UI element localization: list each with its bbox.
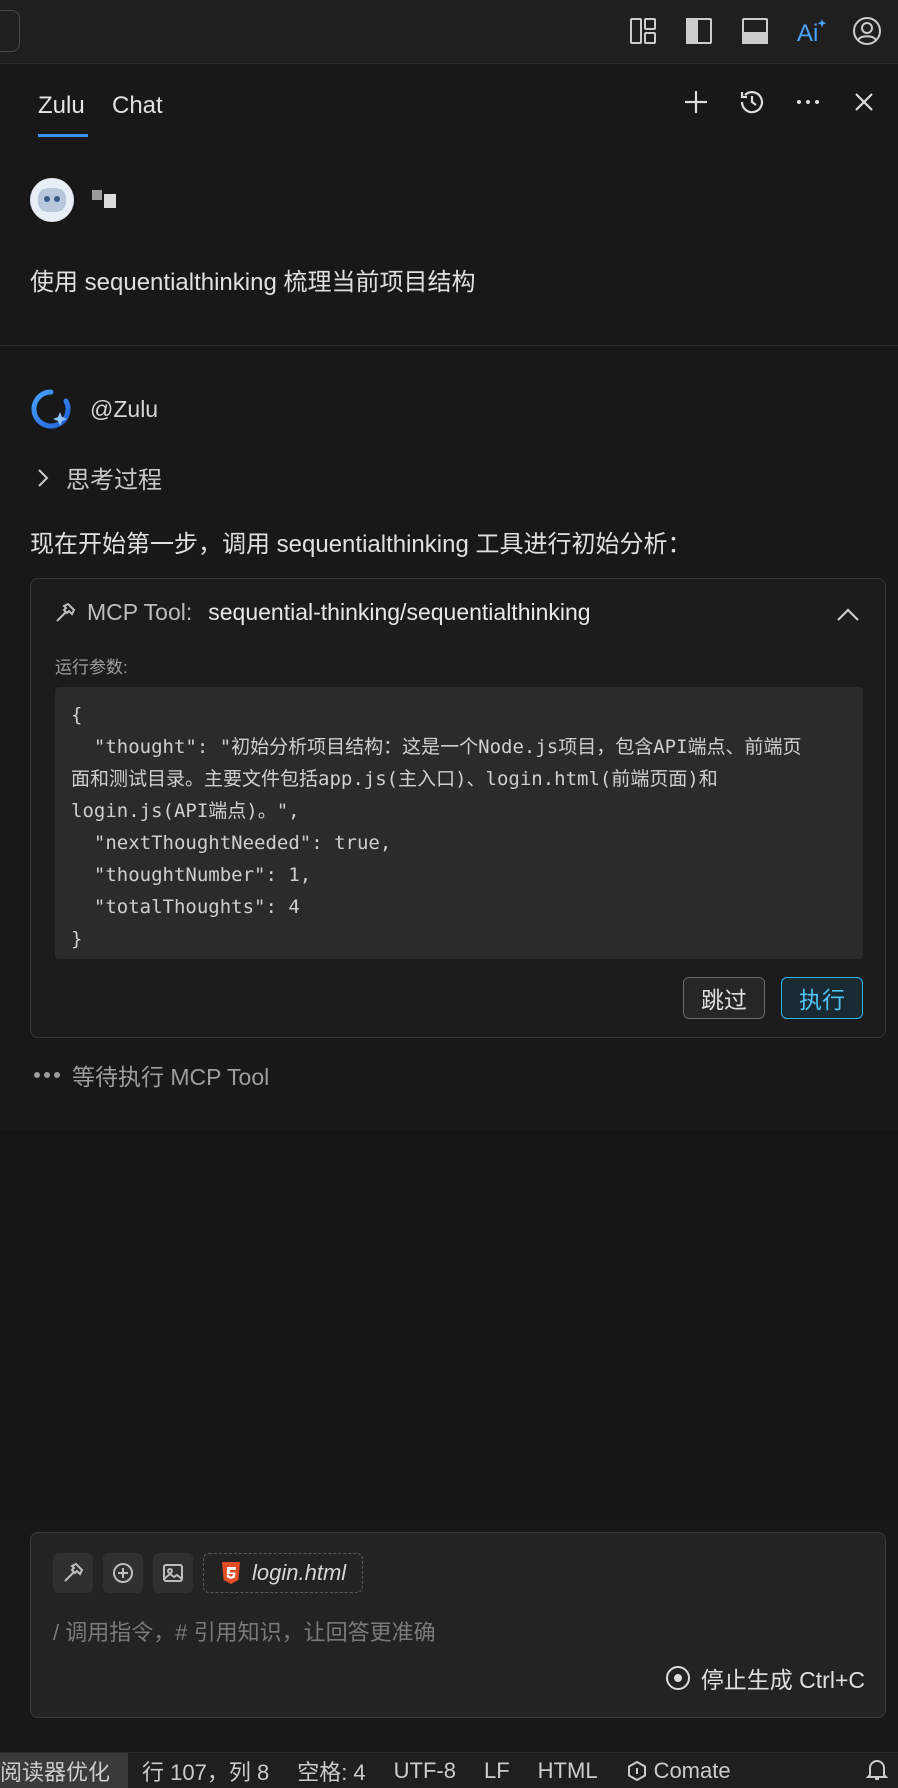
mcp-tool-name: sequential-thinking/sequentialthinking bbox=[208, 599, 591, 625]
user-message-block: 使用 sequentialthinking 梳理当前项目结构 bbox=[0, 144, 898, 346]
bell-icon[interactable] bbox=[864, 1757, 890, 1783]
status-comate[interactable]: Comate bbox=[612, 1758, 745, 1784]
more-icon[interactable] bbox=[790, 84, 826, 120]
html5-icon bbox=[222, 1562, 240, 1584]
title-bar: Ai bbox=[0, 0, 898, 64]
history-icon[interactable] bbox=[734, 84, 770, 120]
svg-text:Ai: Ai bbox=[797, 20, 818, 47]
mcp-tool-label: MCP Tool: bbox=[87, 599, 193, 625]
waiting-text: 等待执行 MCP Tool bbox=[72, 1064, 270, 1090]
status-bar: 阅读器优化 行 107，列 8 空格: 4 UTF-8 LF HTML Coma… bbox=[0, 1752, 898, 1788]
tab-zulu[interactable]: Zulu bbox=[38, 92, 85, 120]
panel-toggle-icon[interactable] bbox=[734, 10, 776, 52]
status-encoding[interactable]: UTF-8 bbox=[380, 1758, 470, 1784]
search-box-edge[interactable] bbox=[0, 10, 20, 52]
add-image-button[interactable] bbox=[153, 1553, 193, 1593]
chevron-up-icon[interactable] bbox=[835, 605, 861, 625]
run-button[interactable]: 执行 bbox=[781, 977, 863, 1019]
username-redacted bbox=[92, 190, 116, 208]
chat-input-box: login.html / 调用指令，# 引用知识，让回答更准确 停止生成 Ctr… bbox=[30, 1532, 886, 1718]
comate-label: Comate bbox=[653, 1757, 731, 1783]
sidebar-toggle-icon[interactable] bbox=[678, 10, 720, 52]
stop-generation-label: 停止生成 Ctrl+C bbox=[700, 1667, 865, 1693]
add-context-button[interactable] bbox=[103, 1553, 143, 1593]
close-icon[interactable] bbox=[846, 84, 882, 120]
image-icon bbox=[163, 1564, 183, 1582]
file-chip[interactable]: login.html bbox=[203, 1553, 364, 1593]
hammer-icon bbox=[56, 602, 76, 622]
panel-actions bbox=[678, 84, 882, 120]
chevron-right-icon bbox=[38, 468, 49, 487]
stop-generation-button[interactable]: 停止生成 Ctrl+C bbox=[665, 1661, 865, 1695]
params-label: 运行参数: bbox=[55, 658, 128, 677]
stop-circle-icon bbox=[665, 1666, 690, 1690]
account-icon[interactable] bbox=[846, 10, 888, 52]
status-reader-optimization[interactable]: 阅读器优化 bbox=[0, 1752, 129, 1788]
skip-button[interactable]: 跳过 bbox=[683, 977, 765, 1019]
robot-avatar-icon bbox=[38, 188, 66, 212]
waiting-status: 等待执行 MCP Tool bbox=[34, 1058, 269, 1092]
thinking-toggle[interactable]: 思考过程 bbox=[34, 460, 162, 495]
bot-header: @Zulu bbox=[30, 388, 158, 430]
params-code-block: { "thought": "初始分析项目结构：这是一个Node.js项目，包含A… bbox=[55, 687, 863, 959]
mcp-actions: 跳过 执行 bbox=[683, 977, 863, 1019]
status-cursor-position[interactable]: 行 107，列 8 bbox=[128, 1755, 283, 1787]
mcp-tool-card: MCP Tool: sequential-thinking/sequential… bbox=[30, 578, 886, 1038]
plus-circle-icon bbox=[113, 1563, 133, 1583]
empty-chat-area bbox=[0, 1130, 898, 1520]
comate-icon bbox=[627, 1760, 646, 1781]
thinking-label: 思考过程 bbox=[66, 467, 162, 494]
bot-message-text: 现在开始第一步，调用 sequentialthinking 工具进行初始分析： bbox=[30, 531, 692, 558]
tab-chat[interactable]: Chat bbox=[112, 92, 163, 120]
panel-header: Zulu Chat bbox=[0, 64, 898, 144]
zulu-logo-icon bbox=[31, 389, 71, 429]
avatar bbox=[30, 178, 74, 222]
user-message-text: 使用 sequentialthinking 梳理当前项目结构 bbox=[30, 269, 476, 296]
loading-dots-icon bbox=[34, 1072, 60, 1078]
status-language[interactable]: HTML bbox=[524, 1758, 612, 1784]
status-eol[interactable]: LF bbox=[470, 1758, 524, 1784]
mcp-tool-header[interactable]: MCP Tool: sequential-thinking/sequential… bbox=[53, 599, 591, 626]
hammer-icon bbox=[64, 1562, 84, 1582]
file-chip-label: login.html bbox=[252, 1560, 347, 1585]
plus-icon[interactable] bbox=[678, 84, 714, 120]
bot-name: @Zulu bbox=[90, 395, 159, 422]
title-bar-actions: Ai bbox=[622, 10, 888, 52]
layout-icon[interactable] bbox=[622, 10, 664, 52]
ai-icon[interactable]: Ai bbox=[790, 10, 832, 52]
chat-input[interactable]: / 调用指令，# 引用知识，让回答更准确 bbox=[53, 1615, 436, 1647]
tool-hammer-button[interactable] bbox=[53, 1553, 93, 1593]
active-tab-indicator bbox=[38, 134, 88, 137]
input-toolbar: login.html bbox=[53, 1553, 364, 1593]
status-indentation[interactable]: 空格: 4 bbox=[283, 1755, 379, 1787]
